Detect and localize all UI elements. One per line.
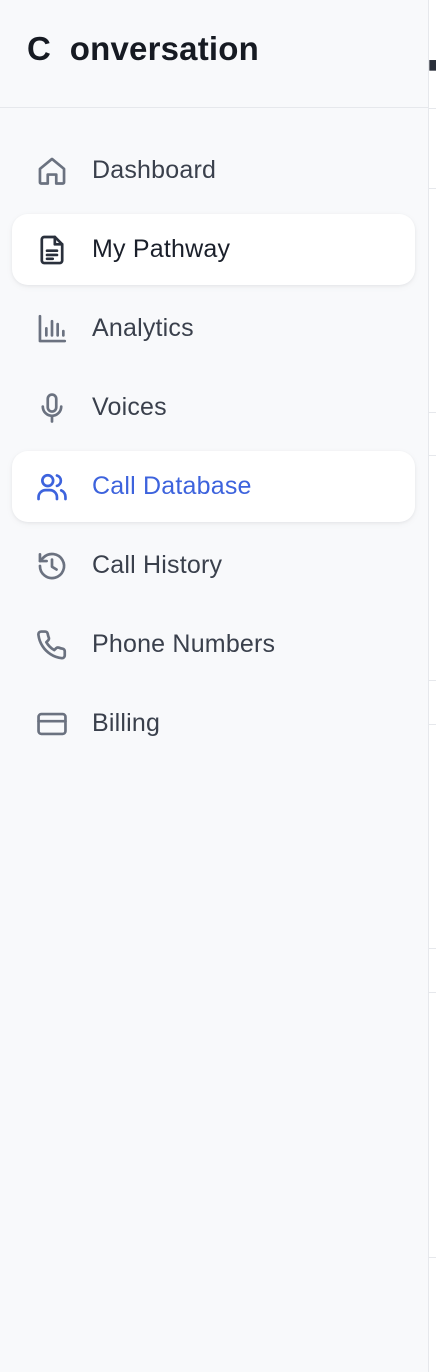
- brand-title: C onversation: [27, 29, 260, 67]
- divider: [429, 680, 436, 681]
- sidebar-item-call-history[interactable]: Call History: [12, 530, 415, 601]
- document-icon: [34, 232, 70, 268]
- sidebar-item-dashboard[interactable]: Dashboard: [12, 135, 415, 206]
- sidebar-item-billing[interactable]: Billing: [12, 688, 415, 759]
- sidebar: C onversation Dashboard My Pathway Analy…: [0, 0, 429, 1372]
- sidebar-item-label: Phone Numbers: [92, 630, 276, 658]
- sidebar-nav: Dashboard My Pathway Analytics Voices Ca: [12, 135, 415, 767]
- divider: [429, 948, 436, 949]
- microphone-icon: [34, 390, 70, 426]
- sidebar-item-analytics[interactable]: Analytics: [12, 293, 415, 364]
- credit-card-icon: [34, 706, 70, 742]
- users-icon: [34, 469, 70, 505]
- bar-chart-icon: [34, 311, 70, 347]
- divider: [429, 724, 436, 725]
- history-icon: [34, 548, 70, 584]
- sidebar-item-phone-numbers[interactable]: Phone Numbers: [12, 609, 415, 680]
- sidebar-item-my-pathway[interactable]: My Pathway: [12, 214, 415, 285]
- divider: [429, 455, 436, 456]
- divider: [429, 1257, 436, 1258]
- sidebar-item-label: Billing: [92, 709, 161, 737]
- sidebar-item-voices[interactable]: Voices: [12, 372, 415, 443]
- home-icon: [34, 153, 70, 189]
- sidebar-item-label: Dashboard: [92, 156, 217, 184]
- main-content-edge: ■: [429, 0, 436, 1372]
- sidebar-item-label: Analytics: [92, 314, 194, 342]
- divider: [429, 412, 436, 413]
- sidebar-item-label: Call History: [92, 551, 223, 579]
- clipped-content-fragment: ■: [429, 52, 436, 77]
- brand-header: C onversation: [0, 0, 428, 108]
- phone-icon: [34, 627, 70, 663]
- divider: [429, 992, 436, 993]
- sidebar-item-label: Voices: [92, 393, 167, 421]
- divider: [429, 108, 436, 109]
- sidebar-item-label: My Pathway: [92, 235, 231, 263]
- divider: [429, 188, 436, 189]
- sidebar-item-label: Call Database: [92, 472, 252, 500]
- sidebar-item-call-database[interactable]: Call Database: [12, 451, 415, 522]
